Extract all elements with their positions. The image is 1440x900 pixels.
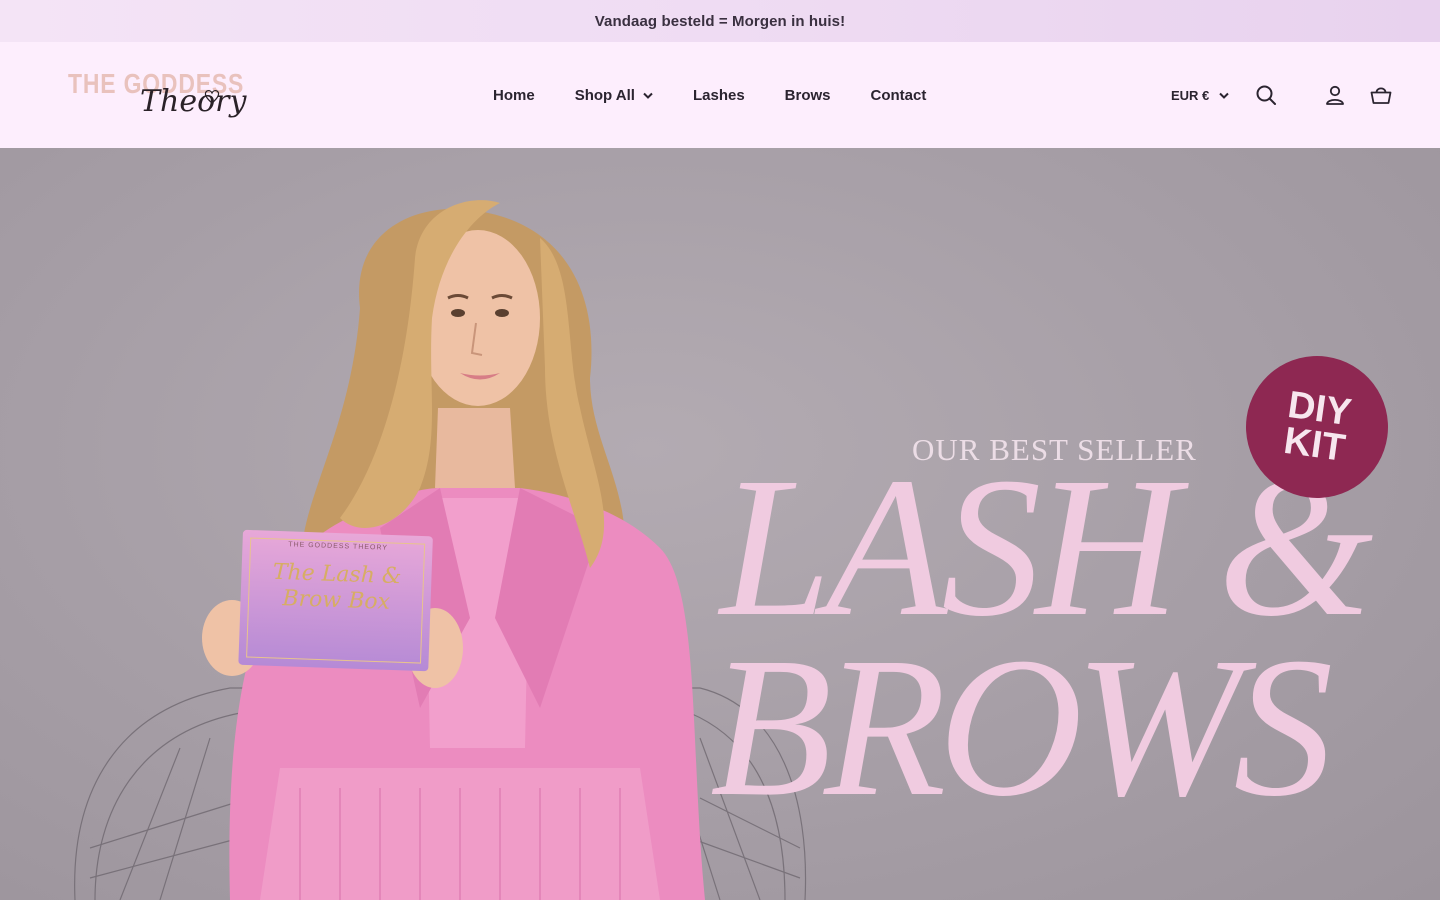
nav-lashes[interactable]: Lashes xyxy=(693,87,745,104)
main-nav: Home Shop All Lashes Brows Contact xyxy=(493,42,926,148)
chevron-down-icon xyxy=(643,92,653,99)
product-box-label: THE GODDESS THEORY The Lash & Brow Box xyxy=(261,540,413,616)
nav-home[interactable]: Home xyxy=(493,87,535,104)
currency-selector[interactable]: EUR € xyxy=(1171,42,1230,148)
currency-label: EUR € xyxy=(1171,87,1210,103)
site-header: THE GODDESS Theory Home Shop All Lashes … xyxy=(0,42,1440,148)
nav-contact[interactable]: Contact xyxy=(871,87,927,104)
nav-shop-all-label: Shop All xyxy=(574,86,635,104)
heart-icon xyxy=(204,90,220,104)
search-icon[interactable] xyxy=(1254,83,1278,107)
neck xyxy=(435,408,515,488)
hero-headline-line2: BROWS xyxy=(710,617,1333,838)
nav-brows[interactable]: Brows xyxy=(785,87,831,104)
badge-line2: KIT xyxy=(1281,419,1348,470)
account-icon[interactable] xyxy=(1323,83,1347,107)
chevron-down-icon xyxy=(1219,92,1230,99)
nav-lashes-label: Lashes xyxy=(692,86,745,104)
announcement-bar: Vandaag besteld = Morgen in huis! xyxy=(0,0,1440,42)
product-box-title: The Lash & Brow Box xyxy=(272,559,402,615)
cart-icon[interactable] xyxy=(1369,83,1393,107)
announcement-text: Vandaag besteld = Morgen in huis! xyxy=(594,12,846,30)
nav-shop-all[interactable]: Shop All xyxy=(575,87,653,104)
hero-banner[interactable]: THE GODDESS THEORY The Lash & Brow Box O… xyxy=(0,148,1440,900)
logo-script: Theory xyxy=(140,84,247,119)
nav-contact-label: Contact xyxy=(870,86,927,104)
nav-home-label: Home xyxy=(493,86,535,104)
store-logo[interactable]: THE GODDESS Theory xyxy=(68,68,246,124)
nav-brows-label: Brows xyxy=(784,86,831,104)
